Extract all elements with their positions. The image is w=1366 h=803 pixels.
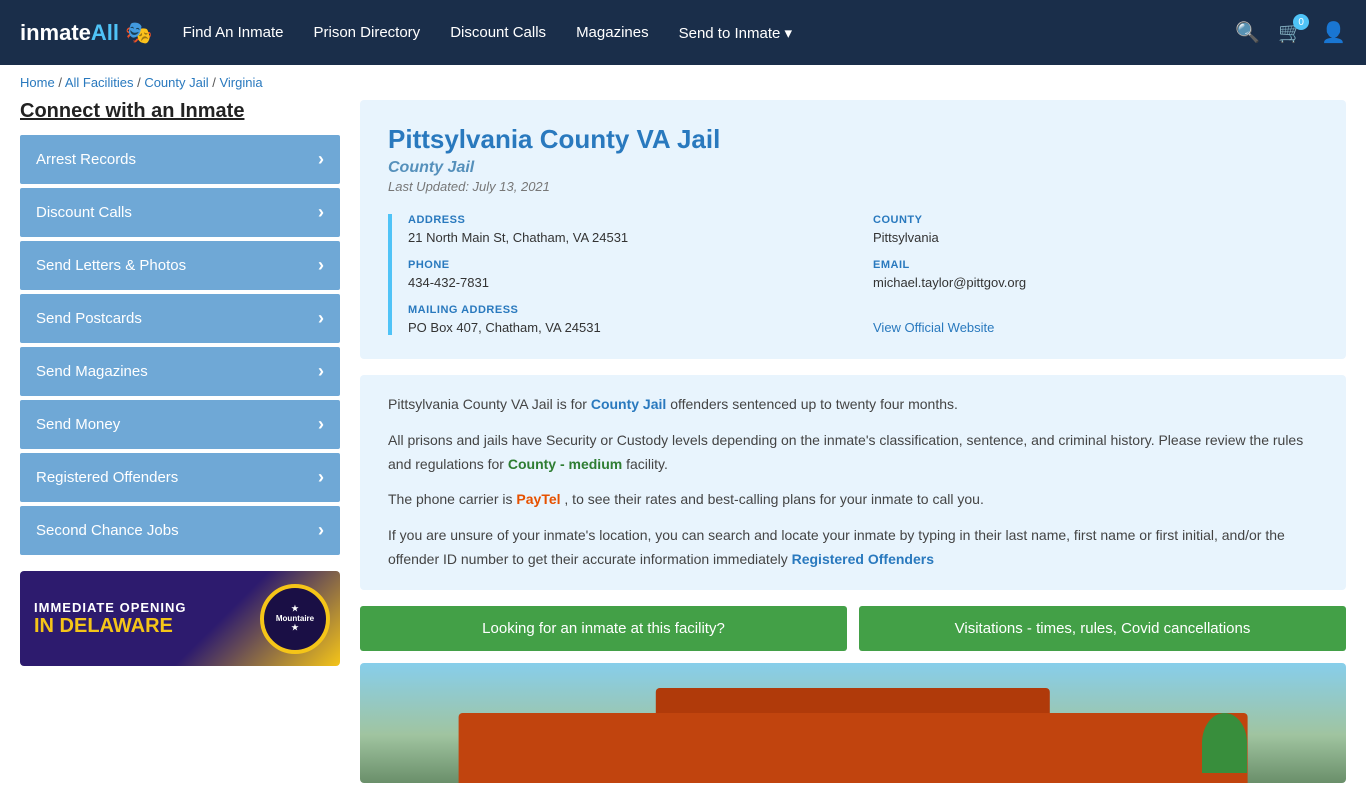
site-logo[interactable]: inmateAll 🎭 bbox=[20, 20, 153, 46]
website-link[interactable]: View Official Website bbox=[873, 320, 994, 335]
detail-phone: PHONE 434-432-7831 bbox=[408, 259, 853, 290]
chevron-right-icon: › bbox=[318, 149, 324, 170]
facility-updated: Last Updated: July 13, 2021 bbox=[388, 179, 1318, 194]
ad-brand-logo: ★Mountaire★ bbox=[260, 584, 330, 654]
mailing-label: MAILING ADDRESS bbox=[408, 304, 853, 316]
desc1-text: Pittsylvania County VA Jail is for bbox=[388, 396, 591, 412]
desc-p4: If you are unsure of your inmate's locat… bbox=[388, 524, 1318, 572]
nav-magazines[interactable]: Magazines bbox=[576, 24, 649, 41]
sidebar-item-arrest-records[interactable]: Arrest Records › bbox=[20, 135, 340, 184]
breadcrumb: Home / All Facilities / County Jail / Vi… bbox=[0, 65, 1366, 100]
main-nav: Find An Inmate Prison Directory Discount… bbox=[183, 24, 1236, 42]
desc3-end: , to see their rates and best-calling pl… bbox=[564, 491, 983, 507]
mailing-value: PO Box 407, Chatham, VA 24531 bbox=[408, 320, 601, 335]
sidebar-item-label: Discount Calls bbox=[36, 204, 132, 221]
facility-name: Pittsylvania County VA Jail bbox=[388, 124, 1318, 155]
sidebar: Connect with an Inmate Arrest Records › … bbox=[20, 100, 340, 783]
detail-mailing: MAILING ADDRESS PO Box 407, Chatham, VA … bbox=[408, 304, 853, 335]
county-label: COUNTY bbox=[873, 214, 1318, 226]
sidebar-item-send-letters[interactable]: Send Letters & Photos › bbox=[20, 241, 340, 290]
looking-for-inmate-button[interactable]: Looking for an inmate at this facility? bbox=[360, 606, 847, 651]
ad-brand-text: ★Mountaire★ bbox=[276, 604, 314, 633]
sidebar-item-send-magazines[interactable]: Send Magazines › bbox=[20, 347, 340, 396]
ad-logo-area: ★Mountaire★ bbox=[260, 584, 330, 654]
visitations-button[interactable]: Visitations - times, rules, Covid cancel… bbox=[859, 606, 1346, 651]
address-label: ADDRESS bbox=[408, 214, 853, 226]
email-value: michael.taylor@pittgov.org bbox=[873, 275, 1026, 290]
cart-badge: 0 bbox=[1293, 14, 1309, 30]
nav-prison-directory[interactable]: Prison Directory bbox=[313, 24, 420, 41]
breadcrumb-all-facilities[interactable]: All Facilities bbox=[65, 75, 134, 90]
site-header: inmateAll 🎭 Find An Inmate Prison Direct… bbox=[0, 0, 1366, 65]
nav-send-to-inmate[interactable]: Send to Inmate ▾ bbox=[679, 24, 792, 42]
sidebar-ad[interactable]: IMMEDIATE OPENING IN DELAWARE ★Mountaire… bbox=[20, 571, 340, 666]
main-content: Pittsylvania County VA Jail County Jail … bbox=[360, 100, 1346, 783]
logo-text: inmateAll 🎭 bbox=[20, 20, 153, 46]
phone-value: 434-432-7831 bbox=[408, 275, 489, 290]
county-value: Pittsylvania bbox=[873, 230, 939, 245]
header-icons: 🔍 🛒 0 👤 bbox=[1235, 20, 1346, 45]
user-icon[interactable]: 👤 bbox=[1321, 20, 1346, 45]
breadcrumb-state[interactable]: Virginia bbox=[219, 75, 262, 90]
sidebar-title: Connect with an Inmate bbox=[20, 100, 340, 123]
breadcrumb-county-jail[interactable]: County Jail bbox=[144, 75, 208, 90]
chevron-right-icon: › bbox=[318, 520, 324, 541]
desc-p3: The phone carrier is PayTel , to see the… bbox=[388, 488, 1318, 512]
facility-description: Pittsylvania County VA Jail is for Count… bbox=[360, 375, 1346, 590]
address-value: 21 North Main St, Chatham, VA 24531 bbox=[408, 230, 628, 245]
county-medium-link[interactable]: County - medium bbox=[508, 456, 622, 472]
facility-card: Pittsylvania County VA Jail County Jail … bbox=[360, 100, 1346, 359]
sidebar-item-label: Registered Offenders bbox=[36, 469, 178, 486]
desc-p1: Pittsylvania County VA Jail is for Count… bbox=[388, 393, 1318, 417]
chevron-right-icon: › bbox=[318, 308, 324, 329]
breadcrumb-home[interactable]: Home bbox=[20, 75, 55, 90]
desc3-text: The phone carrier is bbox=[388, 491, 516, 507]
chevron-right-icon: › bbox=[318, 467, 324, 488]
phone-label: PHONE bbox=[408, 259, 853, 271]
sidebar-item-label: Send Magazines bbox=[36, 363, 148, 380]
desc-p2: All prisons and jails have Security or C… bbox=[388, 429, 1318, 477]
chevron-right-icon: › bbox=[318, 202, 324, 223]
county-jail-link[interactable]: County Jail bbox=[591, 396, 666, 412]
sidebar-item-label: Arrest Records bbox=[36, 151, 136, 168]
sidebar-item-label: Second Chance Jobs bbox=[36, 522, 179, 539]
cart-icon[interactable]: 🛒 0 bbox=[1278, 20, 1303, 45]
registered-offenders-link[interactable]: Registered Offenders bbox=[792, 551, 934, 567]
sidebar-item-send-money[interactable]: Send Money › bbox=[20, 400, 340, 449]
sidebar-item-label: Send Letters & Photos bbox=[36, 257, 186, 274]
nav-find-inmate[interactable]: Find An Inmate bbox=[183, 24, 284, 41]
search-icon[interactable]: 🔍 bbox=[1235, 20, 1260, 45]
desc2-end: facility. bbox=[626, 456, 668, 472]
chevron-right-icon: › bbox=[318, 255, 324, 276]
facility-type: County Jail bbox=[388, 159, 1318, 177]
nav-discount-calls[interactable]: Discount Calls bbox=[450, 24, 546, 41]
building-decoration bbox=[459, 713, 1248, 783]
paytel-link[interactable]: PayTel bbox=[516, 491, 560, 507]
action-buttons: Looking for an inmate at this facility? … bbox=[360, 606, 1346, 651]
sidebar-item-label: Send Money bbox=[36, 416, 120, 433]
desc1-end: offenders sentenced up to twenty four mo… bbox=[670, 396, 958, 412]
sidebar-menu: Arrest Records › Discount Calls › Send L… bbox=[20, 135, 340, 555]
tree-right-decoration bbox=[1202, 713, 1247, 773]
facility-image bbox=[360, 663, 1346, 783]
chevron-right-icon: › bbox=[318, 361, 324, 382]
sidebar-item-registered-offenders[interactable]: Registered Offenders › bbox=[20, 453, 340, 502]
sidebar-item-label: Send Postcards bbox=[36, 310, 142, 327]
detail-email: EMAIL michael.taylor@pittgov.org bbox=[873, 259, 1318, 290]
detail-county: COUNTY Pittsylvania bbox=[873, 214, 1318, 245]
email-label: EMAIL bbox=[873, 259, 1318, 271]
sidebar-item-send-postcards[interactable]: Send Postcards › bbox=[20, 294, 340, 343]
facility-details: ADDRESS 21 North Main St, Chatham, VA 24… bbox=[388, 214, 1318, 335]
detail-website: View Official Website bbox=[873, 304, 1318, 335]
chevron-right-icon: › bbox=[318, 414, 324, 435]
website-spacer bbox=[873, 304, 1318, 316]
sidebar-item-discount-calls[interactable]: Discount Calls › bbox=[20, 188, 340, 237]
main-container: Connect with an Inmate Arrest Records › … bbox=[0, 100, 1366, 803]
sidebar-item-second-chance-jobs[interactable]: Second Chance Jobs › bbox=[20, 506, 340, 555]
detail-address: ADDRESS 21 North Main St, Chatham, VA 24… bbox=[408, 214, 853, 245]
